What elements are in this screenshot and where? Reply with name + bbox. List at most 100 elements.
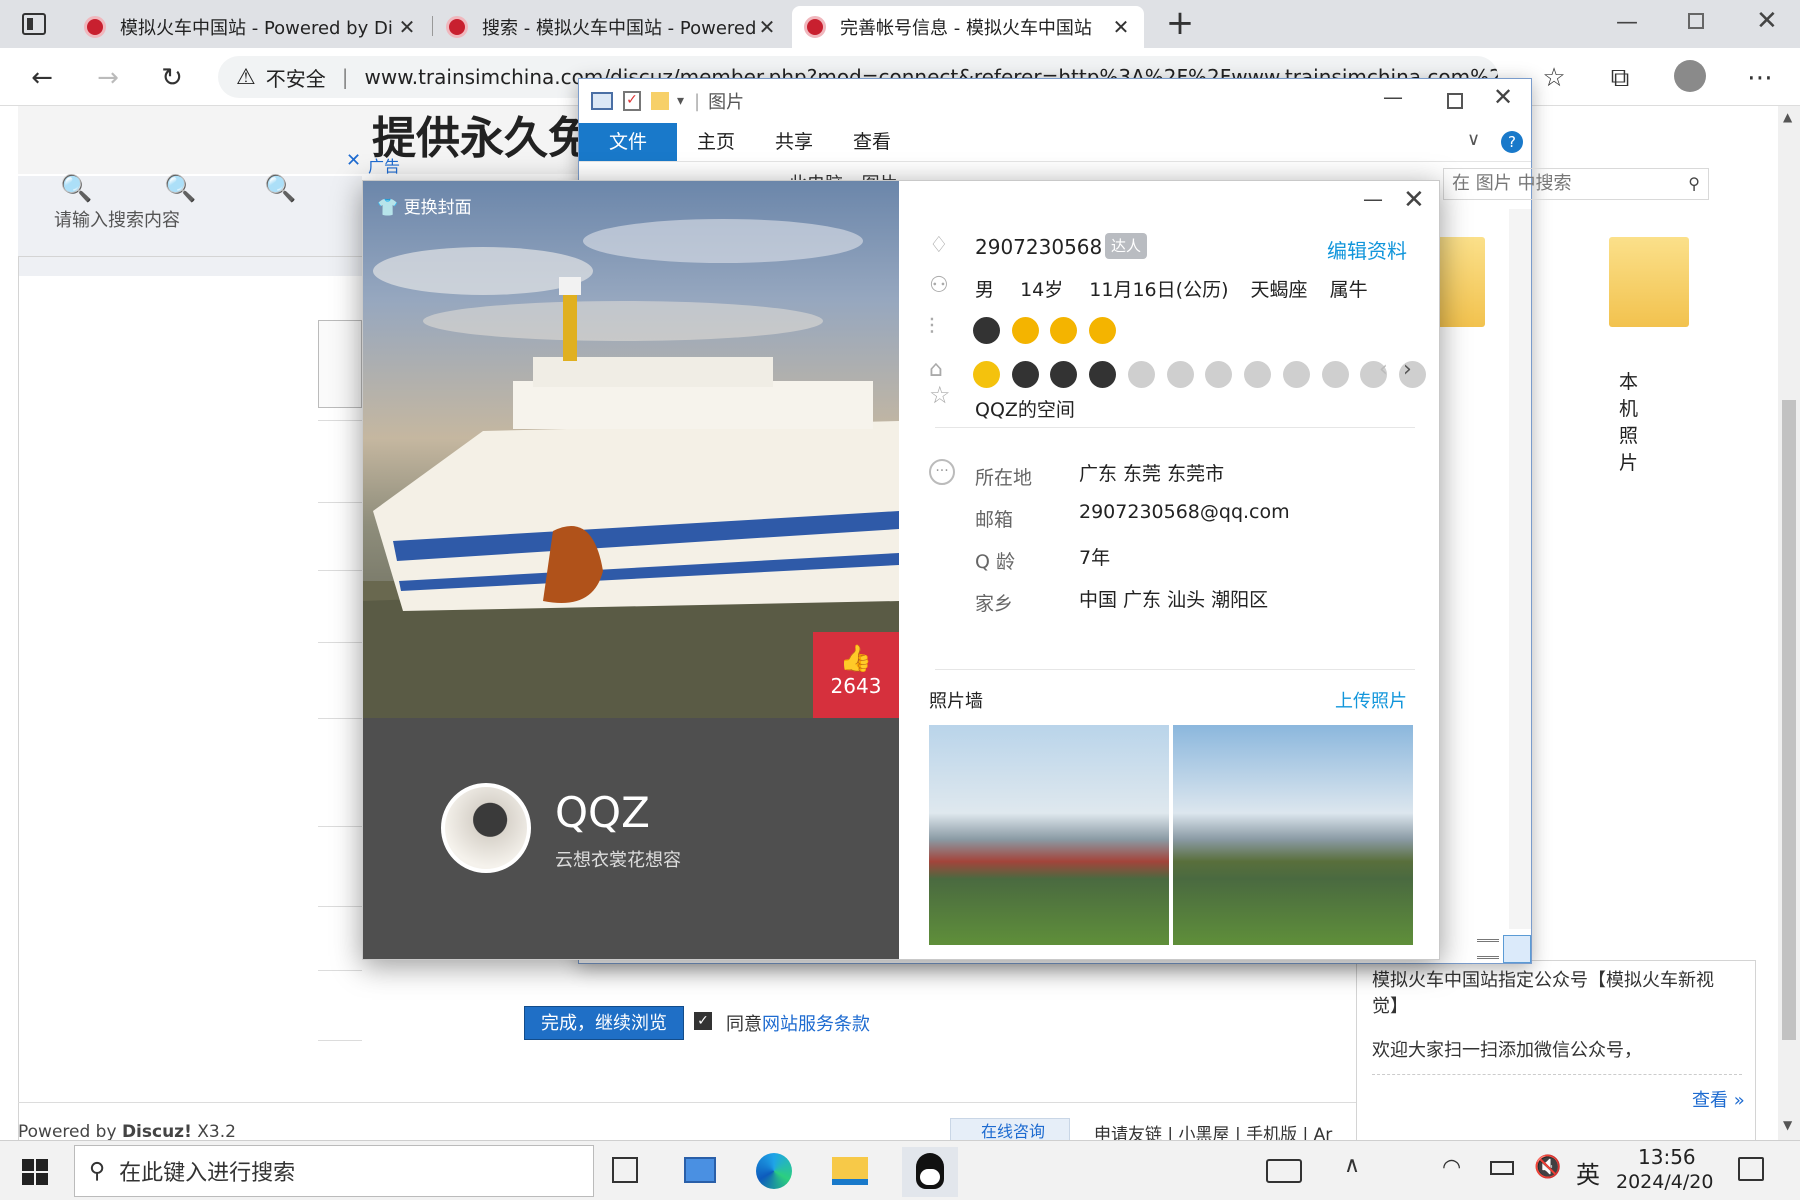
- clock-time[interactable]: 13:56: [1638, 1145, 1696, 1169]
- quick-access-dropdown-icon[interactable]: ▾: [677, 93, 684, 109]
- tab-actions-icon[interactable]: [22, 13, 46, 35]
- edit-profile-link[interactable]: 编辑资料: [1327, 235, 1407, 264]
- back-arrow-icon[interactable]: ←: [22, 58, 62, 98]
- notification-icon[interactable]: [1738, 1157, 1764, 1181]
- quick-access-properties-icon[interactable]: ✓: [623, 91, 641, 111]
- scrollbar-thumb[interactable]: [1782, 400, 1796, 1040]
- change-cover-button[interactable]: 👕 更换封面: [377, 193, 472, 218]
- level-badges[interactable]: [973, 317, 1122, 349]
- window-minimize-icon[interactable]: —: [1616, 10, 1638, 35]
- explorer-scrollbar[interactable]: [1509, 209, 1531, 929]
- tab-close-icon[interactable]: ✕: [396, 15, 418, 39]
- folder-icon[interactable]: [1609, 237, 1689, 327]
- tab-close-icon[interactable]: ✕: [1110, 15, 1132, 39]
- taskbar-search-input[interactable]: ⚲ 在此键入进行搜索: [74, 1145, 594, 1197]
- ribbon-expand-icon[interactable]: ∨: [1467, 129, 1480, 150]
- ribbon-tab-file[interactable]: 文件: [579, 123, 678, 161]
- medal-badges[interactable]: [973, 361, 1432, 393]
- agree-checkbox[interactable]: ✓: [694, 1012, 712, 1030]
- ribbon-tab-home[interactable]: 主页: [677, 123, 755, 161]
- qq-app-icon[interactable]: [902, 1147, 958, 1197]
- side-more-link[interactable]: 查看 »: [1692, 1086, 1745, 1112]
- window-close-icon[interactable]: ✕: [1756, 6, 1778, 36]
- diamond-medal-icon: [1244, 361, 1272, 388]
- more-menu-icon[interactable]: ⋯: [1740, 58, 1780, 98]
- windows-start-icon[interactable]: [22, 1159, 48, 1185]
- tray-expand-icon[interactable]: ∧: [1344, 1153, 1360, 1178]
- help-icon[interactable]: ?: [1501, 131, 1523, 153]
- avatar[interactable]: [441, 783, 531, 873]
- like-button[interactable]: 👍 2643: [813, 632, 899, 718]
- search-input[interactable]: 请输入搜索内容: [54, 206, 180, 232]
- footer-link-friend[interactable]: 申请友链: [1094, 1125, 1162, 1140]
- footer-link-blacklist[interactable]: 小黑屋: [1179, 1125, 1230, 1140]
- card-close-icon[interactable]: ✕: [1403, 185, 1425, 215]
- explorer-ribbon: 文件 主页 共享 查看 ∨ ?: [579, 123, 1531, 161]
- task-view-icon[interactable]: [612, 1157, 638, 1183]
- collections-icon[interactable]: ⧉: [1600, 58, 1640, 98]
- new-tab-button[interactable]: +: [1160, 4, 1200, 44]
- details-view-icon[interactable]: [1477, 939, 1499, 959]
- network-icon[interactable]: ◠: [1442, 1155, 1461, 1180]
- computer-app-icon[interactable]: [684, 1157, 716, 1183]
- form-divider: [318, 826, 362, 827]
- refresh-icon[interactable]: ↻: [152, 58, 192, 98]
- finish-button[interactable]: 完成，继续浏览: [524, 1006, 684, 1040]
- window-restore-icon[interactable]: [1688, 13, 1704, 29]
- qzone-link[interactable]: QQZ的空间: [975, 395, 1075, 422]
- thumbs-up-icon: 👍: [839, 644, 873, 674]
- volume-muted-icon[interactable]: 🔇: [1534, 1155, 1561, 1180]
- profile-avatar[interactable]: [1674, 60, 1706, 92]
- explorer-maximize-icon[interactable]: [1447, 93, 1463, 109]
- discuz-link[interactable]: Discuz!: [122, 1122, 192, 1140]
- keyboard-icon[interactable]: [1266, 1159, 1302, 1183]
- medal-prev-icon[interactable]: ‹: [1379, 357, 1388, 382]
- large-icons-view-icon[interactable]: [1503, 935, 1531, 963]
- favorite-star-icon[interactable]: ☆: [1534, 58, 1574, 98]
- footer-link-archive[interactable]: Ar: [1314, 1125, 1333, 1140]
- footer-link-mobile[interactable]: 手机版: [1246, 1125, 1297, 1140]
- tab-title: 完善帐号信息 - 模拟火车中国站: [840, 18, 1092, 39]
- search-icon: ⚲: [89, 1158, 106, 1184]
- ime-indicator[interactable]: 英: [1576, 1155, 1600, 1190]
- photo-thumbnail[interactable]: [929, 725, 1169, 945]
- info-divider: [935, 669, 1415, 670]
- tab-search[interactable]: 搜索 - 模拟火车中国站 - Powered ✕: [434, 6, 790, 48]
- battery-icon[interactable]: [1490, 1161, 1514, 1175]
- search-icon: 🔍: [164, 174, 197, 204]
- medal-next-icon[interactable]: ›: [1403, 357, 1412, 382]
- online-consult-button[interactable]: 在线咨询: [950, 1118, 1070, 1140]
- tab-close-icon[interactable]: ✕: [756, 15, 778, 39]
- site-favicon-icon: [84, 16, 106, 38]
- edge-browser-icon[interactable]: [756, 1153, 792, 1189]
- clock-date[interactable]: 2024/4/20: [1616, 1171, 1713, 1193]
- forward-arrow-icon[interactable]: →: [88, 58, 128, 98]
- like-count: 2643: [830, 674, 882, 698]
- broken-image-icon: [318, 320, 362, 408]
- photo-thumbnail[interactable]: [1173, 725, 1413, 945]
- folder-label-local-photos[interactable]: 本机照片: [1619, 367, 1638, 475]
- explorer-minimize-icon[interactable]: —: [1383, 85, 1403, 109]
- tab-account-info[interactable]: 完善帐号信息 - 模拟火车中国站 ✕: [792, 6, 1144, 48]
- side-wechat-image[interactable]: 模拟火车中国站指定公众号【模拟火车新视觉】: [1372, 968, 1732, 1020]
- card-minimize-icon[interactable]: —: [1363, 187, 1383, 211]
- quick-access-folder-icon[interactable]: [651, 92, 669, 110]
- terms-link[interactable]: 网站服务条款: [762, 1014, 870, 1035]
- ad-close-icon[interactable]: ✕: [346, 150, 361, 171]
- agree-prefix: 同意: [726, 1014, 762, 1035]
- upload-photo-link[interactable]: 上传照片: [1335, 687, 1407, 713]
- scroll-up-icon[interactable]: ▲: [1783, 110, 1792, 124]
- page-scrollbar[interactable]: ▲ ▼: [1778, 106, 1800, 1140]
- explorer-search-input[interactable]: 在 图片 中搜索 ⚲: [1443, 168, 1709, 200]
- chinese-zodiac: 属牛: [1329, 279, 1368, 301]
- ribbon-tab-share[interactable]: 共享: [755, 123, 833, 161]
- scroll-down-icon[interactable]: ▼: [1783, 1118, 1792, 1132]
- tab-home[interactable]: 模拟火车中国站 - Powered by Di ✕: [72, 6, 430, 48]
- security-label[interactable]: 不安全: [266, 63, 326, 92]
- age: 14岁: [1020, 279, 1064, 301]
- ribbon-tab-view[interactable]: 查看: [833, 123, 911, 161]
- explorer-close-icon[interactable]: ✕: [1493, 83, 1513, 111]
- vip-badge[interactable]: 达人: [1105, 233, 1148, 259]
- file-explorer-icon[interactable]: [832, 1157, 868, 1185]
- location-label: 所在地: [975, 467, 1033, 489]
